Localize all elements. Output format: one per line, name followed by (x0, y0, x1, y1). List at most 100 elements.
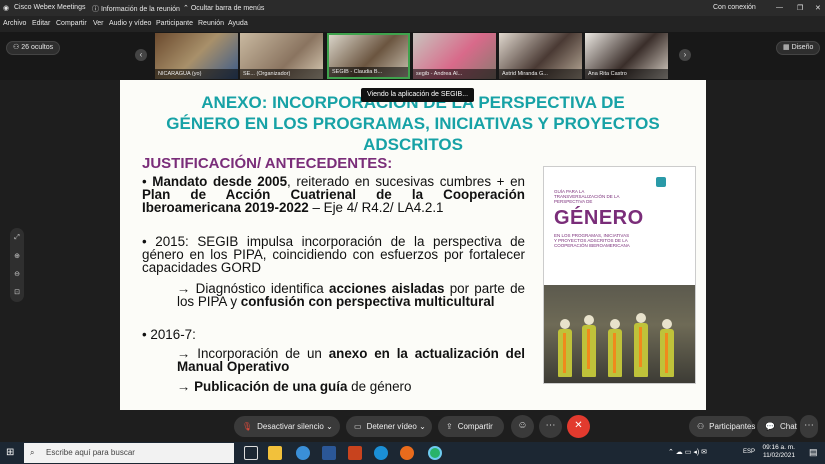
worker-figure (558, 319, 572, 377)
word-icon[interactable] (322, 446, 336, 460)
bullet-2015: • 2015: SEGIB impulsa incorporación de l… (142, 234, 525, 275)
people-icon: ⚇ (13, 44, 22, 51)
worker-figure (608, 319, 622, 377)
powerpoint-icon[interactable] (348, 446, 362, 460)
menu-compartir[interactable]: Compartir (56, 20, 87, 27)
share-label: Compartir (457, 422, 493, 431)
participants-panel-button[interactable]: ⚇ Participantes (689, 416, 756, 437)
unmute-label: Desactivar silencio (257, 422, 324, 431)
layout-icon: ▦ (783, 44, 792, 51)
hidden-participants-button[interactable]: ⚇ 26 ocultos (6, 41, 61, 55)
bullet-bold-text: confusión con perspectiva multicultural (240, 294, 495, 309)
webex-logo-icon: ◉ (3, 5, 10, 12)
more-options-icon[interactable]: ⋯ (539, 415, 562, 438)
participant-tile[interactable]: NICARAGUA (yo) (155, 33, 238, 79)
clock-date: 11/02/2021 (762, 452, 795, 459)
bullet-diagnostico: → Diagnóstico identifica acciones aislad… (177, 282, 525, 308)
chrome-icon[interactable] (296, 446, 310, 460)
more-panels-icon[interactable]: ⋯ (800, 415, 818, 438)
worker-figure (660, 319, 674, 377)
mic-muted-icon: 🎙 (242, 422, 253, 431)
bullet-2016: • 2016-7: (142, 327, 196, 342)
bullet-bold-text: Publicación de una guía (194, 379, 348, 394)
taskbar-clock[interactable]: 09:16 a. m. 11/02/2021 (762, 444, 795, 460)
bullet-text: – Eje 4/ R4.2/ LA4.2.1 (308, 200, 444, 215)
unmute-button[interactable]: 🎙 Desactivar silencio ⌄ (234, 416, 340, 437)
webex-taskbar-icon[interactable] (428, 446, 442, 460)
menu-editar[interactable]: Editar (32, 20, 50, 27)
participant-name: segib - Andrea Al... (413, 69, 496, 79)
menu-ver[interactable]: Ver (93, 20, 104, 27)
participant-tile[interactable]: Ana Rita Castro (585, 33, 668, 79)
layout-button[interactable]: ▦ Diseño (776, 41, 821, 55)
share-icon: ⇪ (446, 422, 453, 431)
layout-label: Diseño (791, 44, 814, 51)
stop-video-label: Detener vídeo (366, 422, 417, 431)
scroll-left-arrow-icon[interactable]: ‹ (135, 49, 147, 61)
chevron-down-icon: ⌄ (419, 422, 426, 431)
meeting-control-bar: 🎙 Desactivar silencio ⌄ ▭ Detener vídeo ⌄ … (0, 410, 825, 442)
participants-label: Participantes (709, 422, 756, 431)
input-language[interactable]: ESP (743, 449, 755, 455)
slide-subtitle: JUSTIFICACIÓN/ ANTECEDENTES: (142, 155, 393, 172)
clock-time: 09:16 a. m. (762, 444, 795, 451)
hide-menu-button[interactable]: ⌃ Ocultar barra de menús (183, 4, 264, 12)
meeting-info-button[interactable]: ⓘ Información de la reunión (92, 4, 180, 14)
edge-icon[interactable] (374, 446, 388, 460)
fit-icon[interactable]: ⊡ (10, 288, 24, 296)
close-button[interactable]: ✕ (815, 4, 821, 12)
share-button[interactable]: ⇪ Compartir (438, 416, 504, 437)
hidden-count: 26 ocultos (21, 44, 54, 51)
slide-title-line: GÉNERO EN LOS PROGRAMAS, INICIATIVAS Y P… (166, 114, 660, 133)
windows-taskbar: ⊞ ⌕ Escribe aquí para buscar ⌃ ☁ ▭ ◂) ✉ … (0, 442, 825, 464)
firefox-icon[interactable] (400, 446, 414, 460)
task-view-icon[interactable] (244, 446, 258, 460)
participant-name: Astrid Miranda G... (499, 69, 582, 79)
chevron-down-icon: ⌄ (326, 422, 333, 431)
cover-sub-text: EN LOS PROGRAMAS, INICIATIVAS Y PROYECTO… (554, 233, 630, 248)
connection-status: Con conexión (713, 4, 756, 11)
windows-start-icon[interactable]: ⊞ (6, 448, 16, 458)
cover-photo (544, 285, 695, 383)
menu-audio-video[interactable]: Audio y vídeo (109, 20, 151, 27)
meeting-info-label: Información de la reunión (100, 6, 180, 13)
zoom-out-icon[interactable]: ⊖ (10, 270, 24, 278)
worker-figure (582, 315, 596, 377)
menu-reunion[interactable]: Reunión (198, 20, 224, 27)
menu-ayuda[interactable]: Ayuda (228, 20, 248, 27)
cover-title: GÉNERO (554, 207, 644, 229)
bullet-anexo: → Incorporación de un anexo en la actual… (177, 347, 525, 373)
stop-video-button[interactable]: ▭ Detener vídeo ⌄ (346, 416, 432, 437)
participant-name: SEGIB - Claudia B... (329, 67, 408, 77)
annotation-toolbar: ⤢ ⊕ ⊖ ⊡ (10, 228, 24, 302)
shared-slide: ANEXO: INCORPORACIÓN DE LA PERSPECTIVA D… (120, 80, 706, 410)
reactions-icon[interactable]: ☺ (511, 415, 534, 438)
participant-tile[interactable]: segib - Andrea Al... (413, 33, 496, 79)
chat-panel-button[interactable]: 💬 Chat (757, 416, 797, 437)
participant-tile[interactable]: SE... (Organizador) (240, 33, 323, 79)
search-icon: ⌕ (30, 448, 35, 457)
menu-archivo[interactable]: Archivo (3, 20, 26, 27)
bullet-guia: → Publicación de una guía de género (177, 380, 525, 393)
expand-icon[interactable]: ⤢ (10, 234, 24, 242)
taskbar-search-box[interactable]: ⌕ Escribe aquí para buscar (24, 443, 234, 463)
scroll-right-arrow-icon[interactable]: › (679, 49, 691, 61)
end-call-icon[interactable]: ✕ (567, 415, 590, 438)
active-speaker-tile[interactable]: SEGIB - Claudia B... (327, 33, 410, 79)
cover-top-text: GUÍA PARA LA TRANSVERSALIZACIÓN DE LA PE… (554, 189, 620, 204)
slide-title-line: ADSCRITOS (363, 135, 463, 154)
file-explorer-icon[interactable] (268, 446, 282, 460)
bullet-mandato: • Mandato desde 2005, reiterado en suces… (142, 175, 525, 214)
window-title-bar: ◉ Cisco Webex Meetings ⓘ Información de … (0, 0, 825, 16)
search-placeholder: Escribe aquí para buscar (46, 448, 135, 457)
menu-bar: Archivo Editar Compartir Ver Audio y víd… (0, 16, 825, 32)
menu-participante[interactable]: Participante (156, 20, 193, 27)
worker-figure (634, 313, 648, 377)
maximize-button[interactable]: ❐ (797, 4, 803, 12)
minimize-button[interactable]: — (776, 4, 783, 11)
participant-tile[interactable]: Astrid Miranda G... (499, 33, 582, 79)
zoom-in-icon[interactable]: ⊕ (10, 252, 24, 260)
person-icon: ⚇ (697, 422, 705, 431)
notification-icon[interactable]: ▤ (809, 447, 821, 459)
system-tray-icons[interactable]: ⌃ ☁ ▭ ◂) ✉ (668, 448, 707, 456)
